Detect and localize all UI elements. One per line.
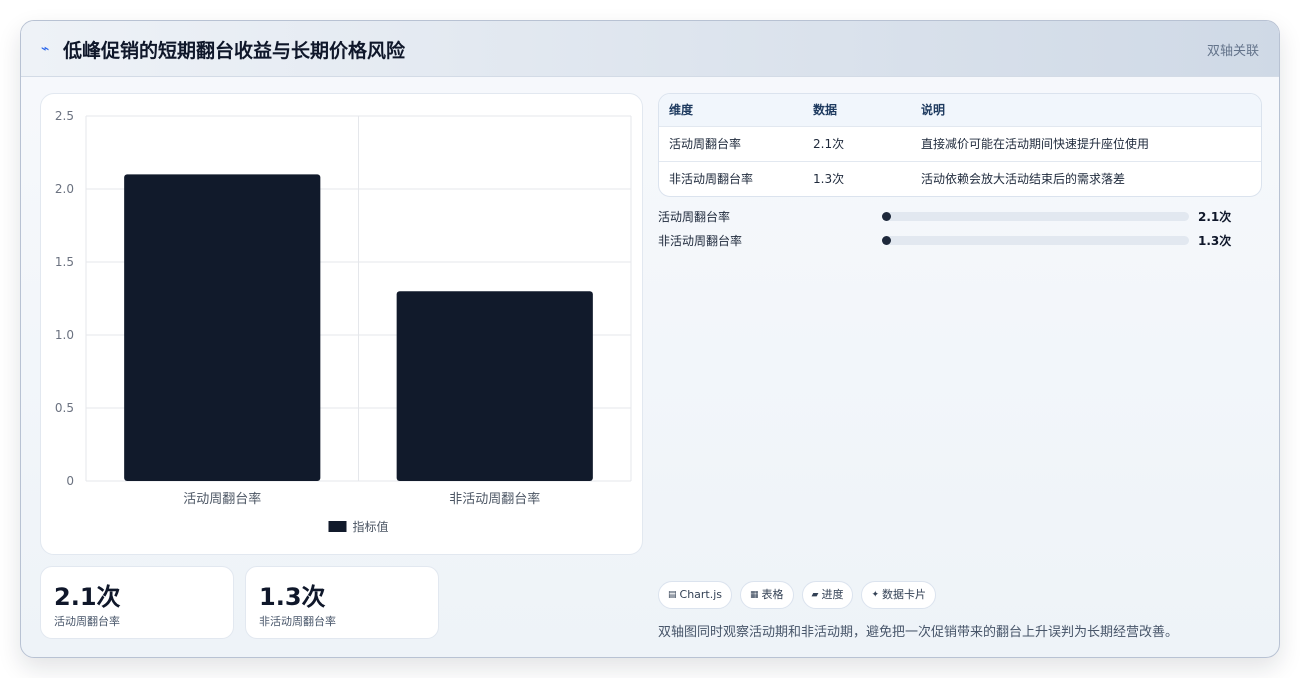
lightning-icon: ⌁ <box>41 41 50 57</box>
stat-label: 活动周翻台率 <box>54 615 120 628</box>
chip-data-card[interactable]: ✦ 数据卡片 <box>861 581 937 609</box>
table-cell: 非活动周翻台率 <box>669 172 754 186</box>
sparkle-icon: ✦ <box>871 590 880 600</box>
footnote: 双轴图同时观察活动期和非活动期，避免把一次促销带来的翻台上升误判为长期经营改善。 <box>658 625 1179 640</box>
stat-value: 2.1次 <box>54 583 121 611</box>
x-tick-label: 非活动周翻台率 <box>449 491 540 507</box>
progress-icon: ▰ <box>811 590 819 600</box>
progress-row: 活动周翻台率 2.1次 <box>658 208 1262 224</box>
data-table: 维度 数据 说明 活动周翻台率 2.1次 直接减价可能在活动期间快速提升座位使用… <box>658 93 1262 197</box>
table-header-cell: 数据 <box>813 103 838 117</box>
chip-chartjs[interactable]: ▤ Chart.js <box>658 581 733 609</box>
y-tick-label: 0.5 <box>55 401 74 415</box>
table-cell: 活动依赖会放大活动结束后的需求落差 <box>921 172 1126 186</box>
table-header-cell: 维度 <box>669 103 694 117</box>
chip-table[interactable]: ▦ 表格 <box>740 581 794 609</box>
chip-label: 表格 <box>761 588 784 601</box>
chart-panel: 0 0.5 1.0 1.5 2.0 2.5 活动周翻台率 非活动周翻台率指标值 <box>40 93 643 555</box>
chip-label: 数据卡片 <box>882 588 927 601</box>
table-cell: 1.3次 <box>813 172 845 186</box>
chip-label: 进度 <box>821 588 844 601</box>
progress-label: 非活动周翻台率 <box>658 234 743 248</box>
progress-value: 1.3次 <box>1198 234 1232 248</box>
y-tick-label: 2.5 <box>55 109 74 123</box>
card-header: ⌁ 低峰促销的短期翻台收益与长期价格风险 双轴关联 <box>21 21 1279 77</box>
stat-card-active: 2.1次 活动周翻台率 <box>40 566 234 639</box>
progress-value: 2.1次 <box>1198 210 1232 224</box>
bar-chart: 0 0.5 1.0 1.5 2.0 2.5 活动周翻台率 非活动周翻台率指标值 <box>55 109 632 534</box>
header-tag: 双轴关联 <box>1206 44 1259 59</box>
progress-track <box>882 212 1189 221</box>
stat-value: 1.3次 <box>259 583 326 611</box>
tech-chips: ▤ Chart.js ▦ 表格 ▰ 进度 ✦ 数据卡片 <box>658 581 937 609</box>
table-row: 非活动周翻台率 1.3次 活动依赖会放大活动结束后的需求落差 <box>659 162 1261 196</box>
y-tick-label: 2.0 <box>55 182 74 196</box>
table-header-row: 维度 数据 说明 <box>659 94 1261 127</box>
table-row: 活动周翻台率 2.1次 直接减价可能在活动期间快速提升座位使用 <box>659 127 1261 162</box>
legend-label: 指标值 <box>353 519 389 534</box>
table-cell: 活动周翻台率 <box>669 137 742 151</box>
table-header-cell: 说明 <box>921 103 946 117</box>
progress-label: 活动周翻台率 <box>658 210 731 224</box>
progress-track <box>882 236 1189 245</box>
progress-fill <box>882 212 891 221</box>
table-cell: 直接减价可能在活动期间快速提升座位使用 <box>921 137 1150 151</box>
page-title: 低峰促销的短期翻台收益与长期价格风险 <box>63 40 406 62</box>
y-tick-label: 1.5 <box>55 255 74 269</box>
chart-icon: ▤ <box>668 590 677 600</box>
bar <box>124 174 321 481</box>
table-icon: ▦ <box>750 590 759 600</box>
y-tick-label: 1.0 <box>55 328 74 342</box>
main-card: ⌁ 低峰促销的短期翻台收益与长期价格风险 双轴关联 0 0.5 1.0 1.5 2.0 2… <box>20 20 1280 658</box>
bar <box>396 291 593 481</box>
x-tick-label: 活动周翻台率 <box>183 491 261 507</box>
stat-label: 非活动周翻台率 <box>259 615 336 628</box>
stat-card-inactive: 1.3次 非活动周翻台率 <box>245 566 439 639</box>
legend-swatch <box>328 521 347 532</box>
table-cell: 2.1次 <box>813 137 845 151</box>
progress-fill <box>882 236 891 245</box>
chip-label: Chart.js <box>679 588 723 601</box>
chip-progress[interactable]: ▰ 进度 <box>801 581 854 609</box>
progress-row: 非活动周翻台率 1.3次 <box>658 232 1262 248</box>
y-tick-label: 0 <box>66 474 74 488</box>
